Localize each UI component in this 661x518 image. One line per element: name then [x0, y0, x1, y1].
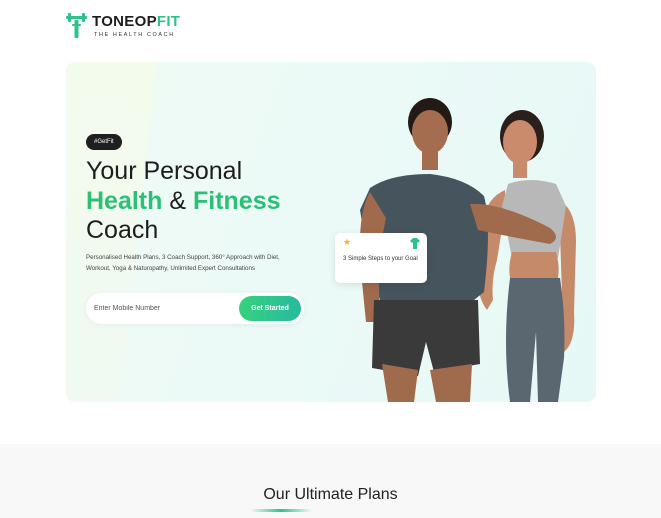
t-dumbbell-logo-icon — [66, 13, 87, 38]
star-icon: ★ — [343, 238, 352, 248]
brand-name-accent: FIT — [156, 12, 181, 30]
mobile-signup-form: Get Started — [86, 293, 304, 324]
headline-health: Health — [86, 186, 163, 215]
headline-line-3: Coach — [86, 216, 159, 244]
hero-description: Personalised Health Plans, 3 Coach Suppo… — [86, 254, 280, 272]
hero-headline: Your Personal Health & Fitness Coach — [86, 157, 281, 246]
woman-figure — [477, 110, 576, 402]
plans-title-underline — [250, 509, 312, 512]
headline-ampersand: & — [162, 186, 193, 215]
headline-fitness: Fitness — [192, 186, 281, 215]
brand-logo[interactable]: TONEOPFIT THE HEALTH COACH — [66, 13, 180, 38]
brand-tagline: THE HEALTH COACH — [94, 31, 175, 38]
tshirt-icon — [410, 238, 420, 249]
headline-line-2: Health & Fitness — [86, 187, 281, 217]
steps-card[interactable]: ★ 3 Simple Steps to your Goal — [335, 233, 427, 283]
plans-title: Our Ultimate Plans — [263, 486, 398, 503]
plans-section — [0, 444, 661, 518]
brand-name: TONEOPFIT — [92, 12, 181, 30]
steps-card-text: 3 Simple Steps to your Goal — [343, 256, 418, 262]
get-started-button[interactable]: Get Started — [239, 296, 301, 321]
getfit-badge: #GetFit — [86, 134, 122, 150]
mobile-number-input[interactable] — [94, 301, 234, 316]
headline-line-1: Your Personal — [86, 157, 243, 185]
brand-name-main: TONEOP — [92, 12, 157, 30]
